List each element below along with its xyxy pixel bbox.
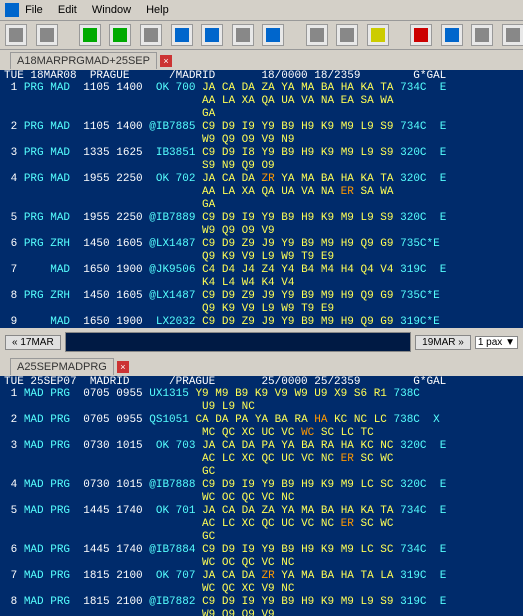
flight-row-cont: AA LA XA QA UA VA NA EA SA WA xyxy=(4,95,519,108)
flight-row[interactable]: 2 MAD PRG 0705 0955 QS1051 CA DA PA YA B… xyxy=(4,414,519,427)
flight-row[interactable]: 7 MAD 1650 1900 @JK9506 C4 D4 J4 Z4 Y4 B… xyxy=(4,264,519,277)
flight-row[interactable]: 6 PRG ZRH 1450 1605 @LX1487 C9 D9 Z9 J9 … xyxy=(4,238,519,251)
tool-13[interactable] xyxy=(410,24,432,46)
flight-row[interactable]: 7 MAD PRG 1815 2100 OK 707 JA CA DA ZR Y… xyxy=(4,570,519,583)
menu-help[interactable]: Help xyxy=(146,4,169,16)
menu-edit[interactable]: Edit xyxy=(58,4,77,16)
flight-row[interactable]: 3 PRG MAD 1335 1625 IB3851 C9 D9 I8 Y9 B… xyxy=(4,147,519,160)
flight-row-cont: WC QC XC V9 NC xyxy=(4,583,519,596)
tool-6[interactable] xyxy=(171,24,193,46)
pane-return: TUE 25SEP07 MADRID /PRAGUE 25/0000 25/23… xyxy=(0,376,523,616)
flight-row-cont: WC OC QC VC NC xyxy=(4,492,519,505)
flight-row[interactable]: 1 MAD PRG 0705 0955 UX1315 Y9 M9 B9 K9 V… xyxy=(4,388,519,401)
flight-row-cont: Q9 K9 V9 L9 W9 T9 E9 xyxy=(4,303,519,316)
tool-1[interactable] xyxy=(5,24,27,46)
flight-row[interactable]: 8 MAD PRG 1815 2100 @IB7882 C9 D9 I9 Y9 … xyxy=(4,596,519,609)
prev-date-button[interactable]: « 17MAR xyxy=(5,335,61,350)
tool-4[interactable] xyxy=(109,24,131,46)
flight-row[interactable]: 5 MAD PRG 1445 1740 OK 701 JA CA DA ZA Y… xyxy=(4,505,519,518)
flight-row[interactable]: 9 MAD 1650 1900 LX2032 C9 D9 Z9 J9 Y9 B9… xyxy=(4,316,519,328)
tab-2[interactable]: A25SEPMADPRG× xyxy=(10,358,114,375)
tool-8[interactable] xyxy=(232,24,254,46)
pax-select[interactable]: 1 pax ▼ xyxy=(475,336,518,349)
header-2: TUE 25SEP07 MADRID /PRAGUE 25/0000 25/23… xyxy=(0,376,523,388)
flight-row[interactable]: 3 MAD PRG 0730 1015 OK 703 JA CA DA PA Y… xyxy=(4,440,519,453)
flight-row-cont: GA xyxy=(4,199,519,212)
flight-row-cont: GA xyxy=(4,108,519,121)
flight-row-cont: GC xyxy=(4,531,519,544)
flight-row-cont: W9 Q9 O9 V9 xyxy=(4,225,519,238)
flight-row-cont: AA LA XA QA UA VA NA ER SA WA xyxy=(4,186,519,199)
flight-row[interactable]: 6 MAD PRG 1445 1740 @IB7884 C9 D9 I9 Y9 … xyxy=(4,544,519,557)
menu-window[interactable]: Window xyxy=(92,4,131,16)
flight-row-cont: W9 Q9 O9 V9 xyxy=(4,609,519,616)
flight-row-cont: U9 L9 NC xyxy=(4,401,519,414)
menu-file[interactable]: File xyxy=(25,4,43,16)
tool-10[interactable] xyxy=(306,24,328,46)
flight-row-cont: S9 N9 Q9 O9 xyxy=(4,160,519,173)
flight-row[interactable]: 1 PRG MAD 1105 1400 OK 700 JA CA DA ZA Y… xyxy=(4,82,519,95)
tool-12[interactable] xyxy=(367,24,389,46)
flight-row-cont: MC QC XC UC VC WC SC LC TC xyxy=(4,427,519,440)
close-icon[interactable]: × xyxy=(117,361,129,373)
flight-row[interactable]: 8 PRG ZRH 1450 1605 @LX1487 C9 D9 Z9 J9 … xyxy=(4,290,519,303)
command-input[interactable] xyxy=(65,332,411,352)
tool-5[interactable] xyxy=(140,24,162,46)
flight-row-cont: GC xyxy=(4,466,519,479)
close-icon[interactable]: × xyxy=(160,55,172,67)
tool-11[interactable] xyxy=(336,24,358,46)
flight-row-cont: Q9 K9 V9 L9 W9 T9 E9 xyxy=(4,251,519,264)
tool-9[interactable] xyxy=(262,24,284,46)
tool-16[interactable] xyxy=(502,24,523,46)
flight-row-cont: AC LC XC QC UC VC NC ER SC WC xyxy=(4,518,519,531)
tool-15[interactable] xyxy=(471,24,493,46)
tool-2[interactable] xyxy=(36,24,58,46)
tab-1-label: A18MARPRGMAD+25SEP xyxy=(17,55,150,67)
flight-row[interactable]: 2 PRG MAD 1105 1400 @IB7885 C9 D9 I9 Y9 … xyxy=(4,121,519,134)
tab-2-label: A25SEPMADPRG xyxy=(17,361,107,373)
tool-7[interactable] xyxy=(201,24,223,46)
flight-row-cont: W9 Q9 O9 V9 N9 xyxy=(4,134,519,147)
tool-14[interactable] xyxy=(441,24,463,46)
header-1: TUE 18MAR08 PRAGUE /MADRID 18/0000 18/23… xyxy=(0,70,523,82)
tool-3[interactable] xyxy=(79,24,101,46)
pane-outbound: TUE 18MAR08 PRAGUE /MADRID 18/0000 18/23… xyxy=(0,70,523,328)
next-date-button[interactable]: 19MAR » xyxy=(415,335,471,350)
flight-row[interactable]: 4 MAD PRG 0730 1015 @IB7888 C9 D9 I9 Y9 … xyxy=(4,479,519,492)
nav-bar: « 17MAR 19MAR » 1 pax ▼ xyxy=(0,328,523,356)
flight-row[interactable]: 4 PRG MAD 1955 2250 OK 702 JA CA DA ZR Y… xyxy=(4,173,519,186)
toolbar xyxy=(0,21,523,50)
flight-row[interactable]: 5 PRG MAD 1955 2250 @IB7889 C9 D9 I9 Y9 … xyxy=(4,212,519,225)
tab-1[interactable]: A18MARPRGMAD+25SEP× xyxy=(10,52,157,69)
app-icon xyxy=(5,3,19,17)
flight-row-cont: WC OC QC VC NC xyxy=(4,557,519,570)
flight-row-cont: K4 L4 W4 K4 V4 xyxy=(4,277,519,290)
flight-row-cont: AC LC XC QC UC VC NC ER SC WC xyxy=(4,453,519,466)
